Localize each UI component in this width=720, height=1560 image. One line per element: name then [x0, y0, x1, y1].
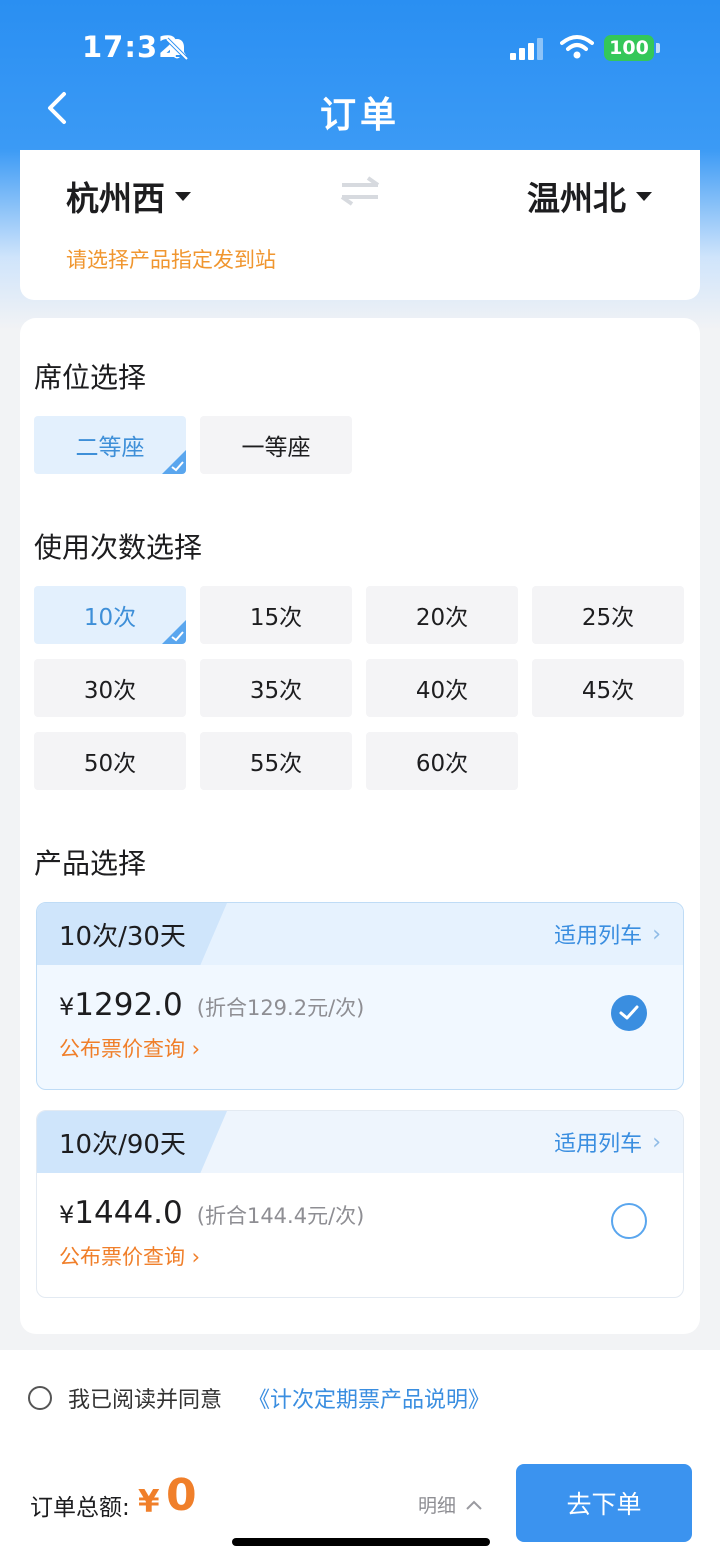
chevron-right-icon: ›	[652, 921, 661, 947]
chevron-right-icon: ›	[652, 1129, 661, 1155]
product-tag: 10次/30天	[37, 903, 227, 965]
count-option[interactable]: 40次	[366, 659, 518, 717]
from-station-name: 杭州西	[66, 179, 165, 218]
page-title: 订单	[319, 95, 400, 136]
option-label: 50次	[83, 751, 137, 777]
cellular-signal-icon	[510, 38, 543, 60]
product-card[interactable]: 10次/30天 适用列车 › ¥ 1292.0 (折合129.2元/次) 公布票…	[36, 902, 684, 1090]
agreement-link[interactable]: 《计次定期票产品说明》	[248, 1382, 490, 1414]
status-bar: 17:32 100	[0, 0, 720, 96]
station-hint: 请选择产品指定发到站	[66, 248, 276, 272]
count-option[interactable]: 10次	[34, 586, 186, 644]
option-label: 30次	[83, 678, 137, 704]
per-ride-price: (折合144.4元/次)	[196, 1204, 365, 1228]
published-fare-link[interactable]: 公布票价查询 ›	[59, 1241, 200, 1271]
main-card: 席位选择 二等座 一等座 使用次数选择 10次 15次 20次 25次 30次 …	[20, 318, 700, 1334]
caret-down-icon	[175, 191, 191, 201]
option-label: 二等座	[75, 435, 145, 461]
count-option[interactable]: 20次	[366, 586, 518, 644]
count-option[interactable]: 50次	[34, 732, 186, 790]
applicable-trains-link[interactable]: 适用列车 ›	[554, 903, 661, 965]
option-label: 60次	[415, 751, 469, 777]
count-section-title: 使用次数选择	[34, 531, 203, 564]
count-option[interactable]: 30次	[34, 659, 186, 717]
option-label: 40次	[415, 678, 469, 704]
seat-option-first-class[interactable]: 一等座	[200, 416, 352, 474]
option-label: 10次	[83, 605, 137, 631]
detail-label: 明细	[418, 1495, 457, 1517]
to-station-selector[interactable]: 温州北	[527, 172, 652, 220]
product-card-header: 10次/30天 适用列车 ›	[37, 903, 683, 965]
caret-down-icon	[636, 191, 652, 201]
swap-stations-icon[interactable]	[338, 176, 382, 206]
product-card-header: 10次/90天 适用列车 ›	[37, 1111, 683, 1173]
product-card[interactable]: 10次/90天 适用列车 › ¥ 1444.0 (折合144.4元/次) 公布票…	[36, 1110, 684, 1298]
published-fare-link[interactable]: 公布票价查询 ›	[59, 1033, 200, 1063]
count-option[interactable]: 55次	[200, 732, 352, 790]
seat-option-second-class[interactable]: 二等座	[34, 416, 186, 474]
check-icon	[171, 631, 184, 642]
count-option[interactable]: 25次	[532, 586, 684, 644]
per-ride-price: (折合129.2元/次)	[196, 996, 365, 1020]
count-option[interactable]: 35次	[200, 659, 352, 717]
option-label: 35次	[249, 678, 303, 704]
option-label: 一等座	[241, 435, 311, 461]
link-label: 适用列车	[554, 924, 643, 949]
radio-unselected-icon[interactable]	[611, 1203, 647, 1239]
home-indicator	[232, 1538, 490, 1546]
count-option[interactable]: 60次	[366, 732, 518, 790]
wifi-icon	[560, 35, 594, 59]
battery-level: 100	[609, 37, 649, 59]
link-label: 适用列车	[554, 1132, 643, 1157]
price-value: 1292.0	[74, 987, 183, 1023]
price-line: ¥ 1444.0 (折合144.4元/次)	[59, 1195, 364, 1231]
applicable-trains-link[interactable]: 适用列车 ›	[554, 1111, 661, 1173]
from-station-selector[interactable]: 杭州西	[66, 172, 191, 220]
option-label: 25次	[581, 605, 635, 631]
check-icon	[171, 461, 184, 472]
selected-check-icon[interactable]	[611, 995, 647, 1031]
mute-bell-icon	[165, 37, 189, 61]
agreement-radio[interactable]	[28, 1386, 52, 1410]
currency-symbol: ¥	[59, 993, 75, 1021]
detail-toggle[interactable]: 明细	[418, 1491, 482, 1518]
price-value: 1444.0	[74, 1195, 183, 1231]
total-label: 订单总额:	[30, 1495, 130, 1521]
agreement-text: 我已阅读并同意	[68, 1388, 223, 1413]
place-order-button[interactable]: 去下单	[516, 1464, 692, 1542]
station-card: 杭州西 温州北 请选择产品指定发到站	[20, 150, 700, 300]
option-label: 45次	[581, 678, 635, 704]
option-label: 55次	[249, 751, 303, 777]
total-currency: ¥	[138, 1484, 160, 1520]
count-option[interactable]: 45次	[532, 659, 684, 717]
battery-tip	[656, 43, 660, 53]
product-tag: 10次/90天	[37, 1111, 227, 1173]
option-label: 15次	[249, 605, 303, 631]
total-amount: 0	[166, 1470, 197, 1521]
price-line: ¥ 1292.0 (折合129.2元/次)	[59, 987, 364, 1023]
chevron-up-icon	[466, 1500, 482, 1510]
product-section-title: 产品选择	[34, 847, 147, 880]
seat-section-title: 席位选择	[34, 361, 147, 394]
count-option[interactable]: 15次	[200, 586, 352, 644]
bottom-bar: 我已阅读并同意 《计次定期票产品说明》 订单总额: ¥ 0 明细 去下单	[0, 1350, 720, 1560]
currency-symbol: ¥	[59, 1201, 75, 1229]
to-station-name: 温州北	[527, 179, 626, 218]
option-label: 20次	[415, 605, 469, 631]
battery-indicator: 100	[604, 35, 654, 61]
